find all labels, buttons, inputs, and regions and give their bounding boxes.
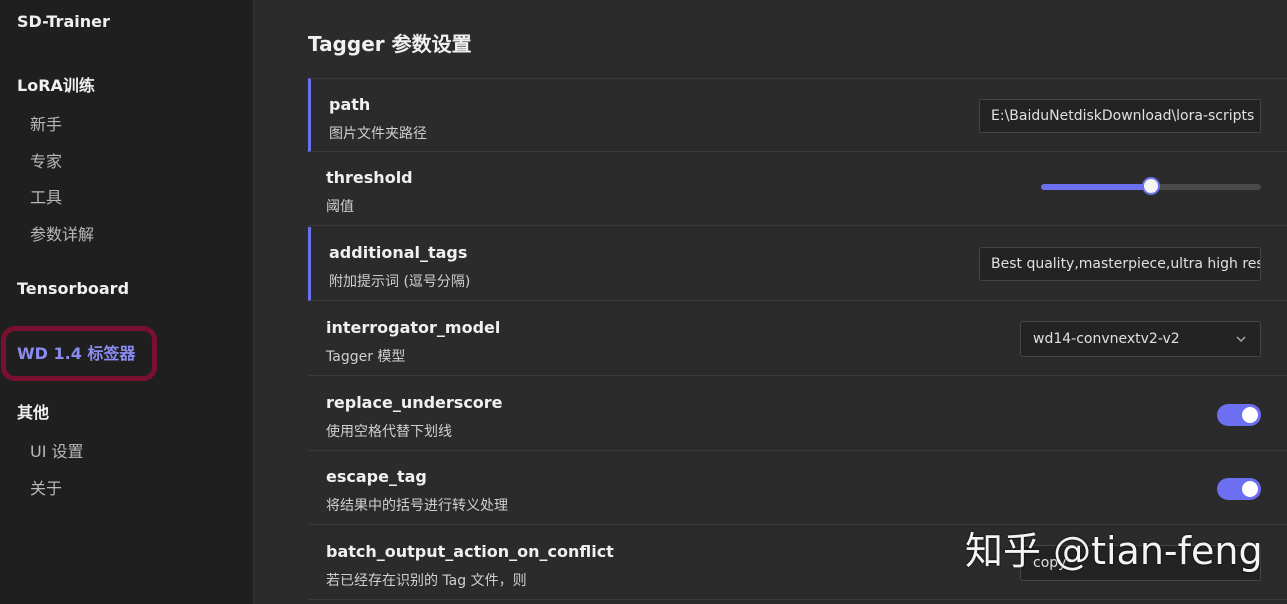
row-label: replace_underscore <box>326 393 503 412</box>
row-escape-tag: escape_tag 将结果中的括号进行转义处理 <box>308 451 1287 525</box>
row-description: 附加提示词 (逗号分隔) <box>329 274 471 290</box>
sidebar-item-about[interactable]: 关于 <box>30 475 62 499</box>
sidebar-item-beginner[interactable]: 新手 <box>30 111 62 135</box>
row-description: 阈值 <box>326 199 354 215</box>
threshold-slider[interactable] <box>1041 177 1261 195</box>
path-input[interactable]: E:\BaiduNetdiskDownload\lora-scripts <box>979 99 1261 133</box>
chevron-down-icon <box>1236 336 1246 343</box>
select-value: wd14-convnextv2-v2 <box>1033 331 1180 347</box>
replace-underscore-toggle[interactable] <box>1217 404 1261 426</box>
watermark: 知乎 @tian-feng <box>965 529 1263 573</box>
row-label: batch_output_action_on_conflict <box>326 542 614 561</box>
sidebar-item-tools[interactable]: 工具 <box>30 184 62 208</box>
page-title: Tagger 参数设置 <box>308 32 472 56</box>
slider-thumb[interactable] <box>1142 177 1160 195</box>
row-label: escape_tag <box>326 467 427 486</box>
row-description: Tagger 模型 <box>326 349 406 365</box>
sidebar: SD-Trainer LoRA训练 新手 专家 工具 参数详解 Tensorbo… <box>0 0 254 604</box>
sidebar-section-other[interactable]: 其他 <box>17 399 49 423</box>
row-threshold: threshold 阈值 <box>308 152 1287 226</box>
toggle-knob <box>1242 481 1258 497</box>
row-description: 使用空格代替下划线 <box>326 424 452 440</box>
sidebar-item-expert[interactable]: 专家 <box>30 148 62 172</box>
row-path: path 图片文件夹路径 E:\BaiduNetdiskDownload\lor… <box>308 78 1287 152</box>
row-interrogator-model: interrogator_model Tagger 模型 wd14-convne… <box>308 302 1287 376</box>
row-label: threshold <box>326 168 413 187</box>
app-title[interactable]: SD-Trainer <box>17 12 110 31</box>
sidebar-item-ui-settings[interactable]: UI 设置 <box>30 438 84 462</box>
row-description: 将结果中的括号进行转义处理 <box>326 498 508 514</box>
row-additional-tags: additional_tags 附加提示词 (逗号分隔) Best qualit… <box>308 227 1287 301</box>
escape-tag-toggle[interactable] <box>1217 478 1261 500</box>
sidebar-section-lora[interactable]: LoRA训练 <box>17 72 95 96</box>
row-replace-underscore: replace_underscore 使用空格代替下划线 <box>308 377 1287 451</box>
sidebar-section-wd-tagger[interactable]: WD 1.4 标签器 <box>17 340 135 364</box>
main-content: Tagger 参数设置 path 图片文件夹路径 E:\BaiduNetdisk… <box>255 0 1287 604</box>
slider-fill <box>1041 184 1151 190</box>
row-label: additional_tags <box>329 243 468 262</box>
sidebar-item-params[interactable]: 参数详解 <box>30 221 94 245</box>
interrogator-model-select[interactable]: wd14-convnextv2-v2 <box>1020 321 1261 357</box>
toggle-knob <box>1242 407 1258 423</box>
row-description: 若已经存在识别的 Tag 文件，则 <box>326 573 527 589</box>
sidebar-section-tensorboard[interactable]: Tensorboard <box>17 279 129 298</box>
row-label: interrogator_model <box>326 318 501 337</box>
row-label: path <box>329 95 371 114</box>
additional-tags-input[interactable]: Best quality,masterpiece,ultra high res <box>979 247 1261 281</box>
row-description: 图片文件夹路径 <box>329 126 427 142</box>
